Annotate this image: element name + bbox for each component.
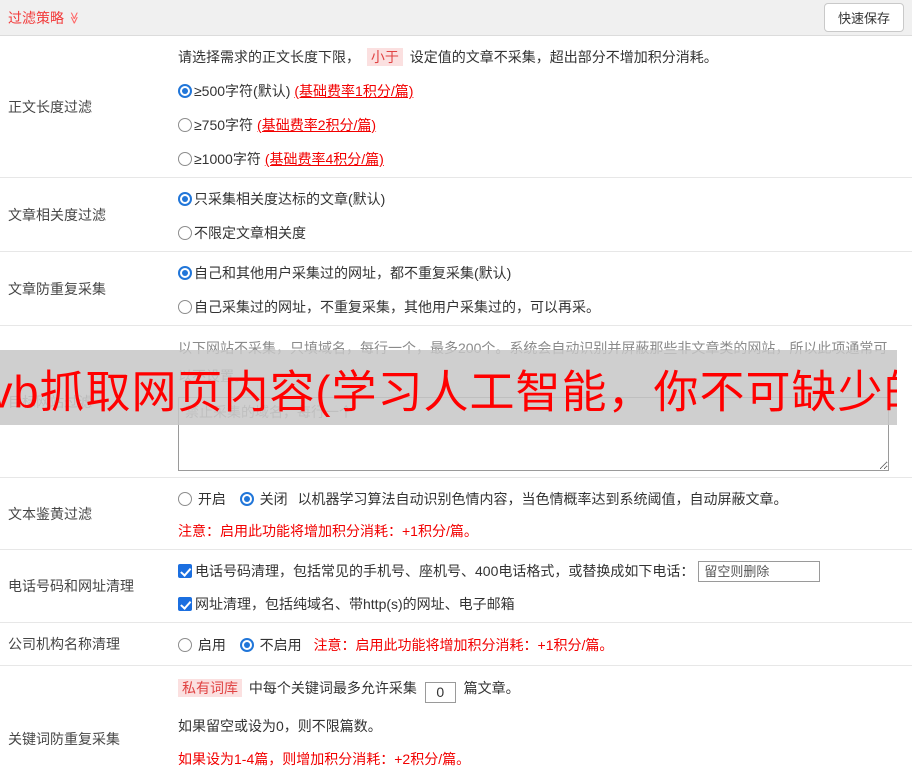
radio-unchecked-icon[interactable] xyxy=(178,638,192,652)
keyword-limit-line: 私有词库 中每个关键词最多允许采集 篇文章。 xyxy=(178,678,902,703)
quick-save-button[interactable]: 快速保存 xyxy=(823,3,904,32)
private-lexicon-badge[interactable]: 私有词库 xyxy=(178,679,242,697)
radio-checked-icon[interactable] xyxy=(178,266,192,280)
phone-cleanup-line: 电话号码清理，包括常见的手机号、座机号、400电话格式，或替换成如下电话： xyxy=(178,560,902,582)
radio-unchecked-icon[interactable] xyxy=(178,492,192,506)
relevance-option-any[interactable]: 不限定文章相关度 xyxy=(178,223,902,243)
row-dedup-collection: 文章防重复采集 自己和其他用户采集过的网址，都不重复采集(默认) 自己采集过的网… xyxy=(0,252,912,326)
filter-strategy-page: 过滤策略 ≫ 快速保存 正文长度过滤 请选择需求的正文长度下限， 小于 设定值的… xyxy=(0,0,912,768)
row-content: 只采集相关度达标的文章(默认) 不限定文章相关度 xyxy=(178,178,912,251)
porn-filter-note: 注意：启用此功能将增加积分消耗：+1积分/篇。 xyxy=(178,523,478,539)
row-phone-url-cleanup: 电话号码和网址清理 电话号码清理，包括常见的手机号、座机号、400电话格式，或替… xyxy=(0,550,912,623)
length-option-1000[interactable]: ≥1000字符 (基础费率4积分/篇) xyxy=(178,149,902,169)
row-content: 电话号码清理，包括常见的手机号、座机号、400电话格式，或替换成如下电话： 网址… xyxy=(178,550,912,622)
keyword-note-zero: 如果留空或设为0，则不限篇数。 xyxy=(178,717,382,734)
length-option-500[interactable]: ≥500字符(默认) (基础费率1积分/篇) xyxy=(178,81,902,101)
keyword-limit-text: 中每个关键词最多允许采集 xyxy=(248,680,417,696)
row-label: 文章防重复采集 xyxy=(8,280,106,297)
row-label: 电话号码和网址清理 xyxy=(8,578,134,594)
row-content: 开启 关闭 以机器学习算法自动识别色情内容，当色情概率达到系统阈值，自动屏蔽文章… xyxy=(178,478,912,549)
porn-filter-description: 以机器学习算法自动识别色情内容，当色情概率达到系统阈值，自动屏蔽文章。 xyxy=(297,491,788,507)
url-cleanup-line: 网址清理，包括纯域名、带http(s)的网址、电子邮箱 xyxy=(178,594,902,614)
row-relevance-filter: 文章相关度过滤 只采集相关度达标的文章(默认) 不限定文章相关度 xyxy=(0,178,912,252)
radio-unchecked-icon[interactable] xyxy=(178,118,192,132)
radio-unchecked-icon[interactable] xyxy=(178,152,192,166)
fee-note: (基础费率1积分/篇) xyxy=(294,83,414,99)
row-label: 文章相关度过滤 xyxy=(8,206,106,223)
top-bar: 过滤策略 ≫ 快速保存 xyxy=(0,0,912,36)
article-count-input[interactable] xyxy=(424,681,456,703)
relevance-option-strict[interactable]: 只采集相关度达标的文章(默认) xyxy=(178,189,902,209)
porn-filter-options: 开启 关闭 以机器学习算法自动识别色情内容，当色情概率达到系统阈值，自动屏蔽文章… xyxy=(178,489,902,509)
row-content: 私有词库 中每个关键词最多允许采集 篇文章。 如果留空或设为0，则不限篇数。 如… xyxy=(178,666,912,768)
company-options: 启用 不启用 注意：启用此功能将增加积分消耗：+1积分/篇。 xyxy=(178,635,902,655)
intro-suffix: 设定值的文章不采集，超出部分不增加积分消耗。 xyxy=(409,49,718,65)
option-label-disable[interactable]: 不启用 xyxy=(260,637,302,653)
page-title[interactable]: 过滤策略 ≫ xyxy=(8,8,81,28)
option-label[interactable]: 自己和其他用户采集过的网址，都不重复采集(默认) xyxy=(194,263,511,283)
phone-cleanup-label[interactable]: 电话号码清理，包括常见的手机号、座机号、400电话格式，或替换成如下电话： xyxy=(195,560,694,582)
option-label-off[interactable]: 关闭 xyxy=(260,491,288,507)
option-label[interactable]: 只采集相关度达标的文章(默认) xyxy=(194,189,385,209)
checkbox-checked-icon[interactable] xyxy=(178,564,192,578)
option-label[interactable]: ≥500字符(默认) xyxy=(194,81,290,101)
row-porn-filter: 文本鉴黄过滤 开启 关闭 以机器学习算法自动识别色情内容，当色情概率达到系统阈值… xyxy=(0,478,912,550)
radio-checked-icon[interactable] xyxy=(239,492,254,506)
fee-note: (基础费率4积分/篇) xyxy=(264,151,384,167)
row-content: 自己和其他用户采集过的网址，都不重复采集(默认) 自己采集过的网址，不重复采集，… xyxy=(178,252,912,325)
option-label-on[interactable]: 开启 xyxy=(198,491,226,507)
dedup-option-self[interactable]: 自己采集过的网址，不重复采集，其他用户采集过的，可以再采。 xyxy=(178,297,902,317)
less-than-badge: 小于 xyxy=(366,48,403,66)
length-option-750[interactable]: ≥750字符 (基础费率2积分/篇) xyxy=(178,115,902,135)
marquee-ad-overlay: vb抓取网页内容(学习人工智能，你不可缺少的 P xyxy=(0,350,897,425)
option-label-enable[interactable]: 启用 xyxy=(198,637,226,653)
marquee-ad-text: vb抓取网页内容(学习人工智能，你不可缺少的 P xyxy=(0,366,897,417)
checkbox-checked-icon[interactable] xyxy=(178,597,192,611)
chevron-double-down-icon: ≫ xyxy=(67,11,82,24)
row-label: 正文长度过滤 xyxy=(8,98,92,115)
row-body-length-filter: 正文长度过滤 请选择需求的正文长度下限， 小于 设定值的文章不采集，超出部分不增… xyxy=(0,36,912,178)
option-label[interactable]: 不限定文章相关度 xyxy=(194,223,306,243)
dedup-option-global[interactable]: 自己和其他用户采集过的网址，都不重复采集(默认) xyxy=(178,263,902,283)
row-company-name-cleanup: 公司机构名称清理 启用 不启用 注意：启用此功能将增加积分消耗：+1积分/篇。 xyxy=(0,623,912,666)
intro-prefix: 请选择需求的正文长度下限， xyxy=(178,49,360,65)
radio-unchecked-icon[interactable] xyxy=(178,226,192,240)
radio-checked-icon[interactable] xyxy=(239,638,254,652)
row-label: 关键词防重复采集 xyxy=(8,730,120,747)
row-content: 启用 不启用 注意：启用此功能将增加积分消耗：+1积分/篇。 xyxy=(178,623,912,665)
url-cleanup-label[interactable]: 网址清理，包括纯域名、带http(s)的网址、电子邮箱 xyxy=(195,594,515,614)
fee-note: (基础费率2积分/篇) xyxy=(257,117,377,133)
radio-unchecked-icon[interactable] xyxy=(178,300,192,314)
company-note: 注意：启用此功能将增加积分消耗：+1积分/篇。 xyxy=(313,637,614,653)
page-title-text: 过滤策略 xyxy=(8,9,64,26)
option-label[interactable]: ≥1000字符 xyxy=(194,149,261,169)
row-keyword-dedup: 关键词防重复采集 私有词库 中每个关键词最多允许采集 篇文章。 如果留空或设为0… xyxy=(0,666,912,768)
row-content: 请选择需求的正文长度下限， 小于 设定值的文章不采集，超出部分不增加积分消耗。 … xyxy=(178,36,912,177)
row-label: 文本鉴黄过滤 xyxy=(8,505,92,522)
option-label[interactable]: 自己采集过的网址，不重复采集，其他用户采集过的，可以再采。 xyxy=(194,297,600,317)
radio-checked-icon[interactable] xyxy=(178,84,192,98)
length-intro: 请选择需求的正文长度下限， 小于 设定值的文章不采集，超出部分不增加积分消耗。 xyxy=(178,47,902,67)
row-label: 公司机构名称清理 xyxy=(8,636,120,652)
option-label[interactable]: ≥750字符 xyxy=(194,115,253,135)
keyword-limit-suffix: 篇文章。 xyxy=(463,680,520,696)
keyword-note-fee: 如果设为1-4篇，则增加积分消耗：+2积分/篇。 xyxy=(178,750,471,767)
replacement-phone-input[interactable] xyxy=(698,560,821,582)
radio-checked-icon[interactable] xyxy=(178,192,192,206)
